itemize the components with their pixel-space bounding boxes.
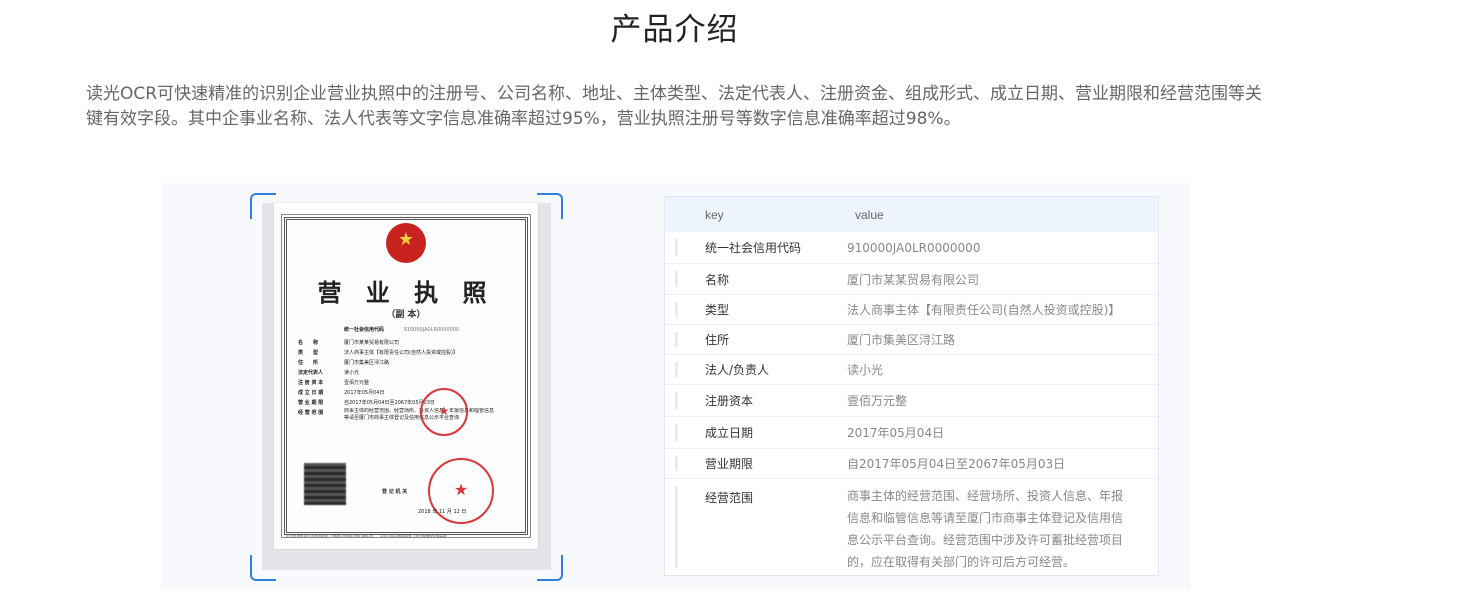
business-license-image: 营 业 执 照 （副 本） 统一社会信用代码 910000JA0LR000000… [274, 203, 538, 549]
column-header-key: key [705, 207, 724, 222]
license-field-value: 厦门市集美区浔江路 [344, 360, 390, 366]
row-key: 注册资本 [705, 394, 754, 408]
table-row: 统一社会信用代码 910000JA0LR0000000 [665, 232, 1158, 264]
table-row: 住所 厦门市集美区浔江路 [665, 325, 1158, 355]
license-code-label: 统一社会信用代码 [344, 327, 385, 333]
row-key: 经营范围 [705, 491, 754, 505]
license-code-row: 统一社会信用代码 910000JA0LR0000000 [344, 326, 459, 333]
row-key: 法人/负责人 [705, 363, 770, 377]
row-value: 读小光 [847, 363, 884, 377]
row-value: 910000JA0LR0000000 [847, 240, 981, 255]
license-field-value: 厦门市某某贸易有限公司 [344, 340, 400, 346]
license-issue-date: 2018 年 11 月 12 日 [418, 509, 467, 515]
national-emblem-icon [386, 223, 426, 263]
column-header-value: value [855, 207, 884, 222]
license-field: 经 营 范 围商事主体的经营范围、经营场所、投资人信息、年报信息和临管信息等请至… [298, 408, 498, 422]
license-field-key: 住 所 [298, 360, 319, 366]
row-key: 营业期限 [705, 457, 754, 471]
row-key: 名称 [705, 272, 730, 287]
license-field-key: 成 立 日 期 [298, 390, 324, 396]
license-field-value: 读小光 [344, 370, 360, 376]
ocr-result-table: key value 统一社会信用代码 910000JA0LR0000000 名称… [664, 196, 1159, 576]
license-footer: 企业信用信息公示系统网址：https://xxgs.fjaic.gov.cn 中… [286, 534, 447, 538]
table-header: key value [665, 197, 1158, 232]
registration-org: 登 记 机 关 [382, 489, 408, 495]
row-value: 商事主体的经营范围、经营场所、投资人信息、年报信息和临管信息等请至厦门市商事主体… [847, 489, 1124, 569]
section-description: 读光OCR可快速精准的识别企业营业执照中的注册号、公司名称、地址、主体类型、法定… [86, 84, 1263, 129]
license-field: 营 业 期 限自2017年05月04日至2067年05月03日 [298, 398, 498, 408]
license-field-key: 名 称 [298, 340, 319, 346]
section-title: 产品介绍 [610, 12, 739, 48]
row-value: 厦门市某某贸易有限公司 [847, 272, 980, 287]
table-row: 注册资本 壹佰万元整 [665, 385, 1158, 417]
license-field-value: 2017年05月04日 [344, 390, 385, 396]
license-field: 住 所 厦门市集美区浔江路 [298, 358, 498, 368]
row-value: 自2017年05月04日至2067年05月03日 [847, 457, 1066, 471]
license-title: 营 业 执 照 [317, 278, 495, 307]
license-field: 名 称 厦门市某某贸易有限公司 [298, 338, 498, 348]
license-field-value: 壹佰万元整 [344, 380, 370, 386]
license-code-value: 910000JA0LR0000000 [403, 327, 460, 333]
row-key: 统一社会信用代码 [705, 241, 802, 255]
license-field-key: 注 册 资 本 [298, 380, 324, 386]
license-field: 注 册 资 本 壹佰万元整 [298, 378, 498, 388]
license-field-key: 营 业 期 限 [298, 400, 324, 406]
license-field-value: 法人商事主体【有限责任公司(自然人投资或控股)】 [344, 350, 458, 356]
license-field: 类 型 法人商事主体【有限责任公司(自然人投资或控股)】 [298, 348, 498, 358]
row-value: 壹佰万元整 [847, 394, 908, 408]
table-row: 类型 法人商事主体【有限责任公司(自然人投资或控股)】 [665, 295, 1158, 325]
license-field-key: 法定代表人 [298, 370, 324, 376]
license-field: 成 立 日 期 2017年05月04日 [298, 388, 498, 398]
license-subtitle: （副 本） [386, 310, 426, 320]
row-value: 厦门市集美区浔江路 [847, 333, 956, 347]
row-value: 2017年05月04日 [847, 426, 945, 440]
license-fields: 名 称 厦门市某某贸易有限公司 类 型 法人商事主体【有限责任公司(自然人投资或控股… [298, 338, 498, 422]
row-key: 类型 [705, 303, 730, 317]
table-row: 名称 厦门市某某贸易有限公司 [665, 264, 1158, 295]
qr-code [304, 463, 346, 505]
row-value: 法人商事主体【有限责任公司(自然人投资或控股)】 [847, 303, 1121, 317]
row-key: 成立日期 [705, 426, 754, 440]
license-field-key: 经 营 范 围 [298, 410, 324, 416]
table-row: 法人/负责人 读小光 [665, 355, 1158, 385]
license-field: 法定代表人 读小光 [298, 368, 498, 378]
official-seal-icon [420, 388, 468, 436]
table-row: 经营范围 商事主体的经营范围、经营场所、投资人信息、年报信息和临管信息等请至厦门… [665, 479, 1158, 575]
table-row: 营业期限 自2017年05月04日至2067年05月03日 [665, 449, 1158, 479]
license-field-key: 类 型 [298, 350, 319, 356]
table-row: 成立日期 2017年05月04日 [665, 417, 1158, 449]
row-key: 住所 [705, 333, 730, 347]
